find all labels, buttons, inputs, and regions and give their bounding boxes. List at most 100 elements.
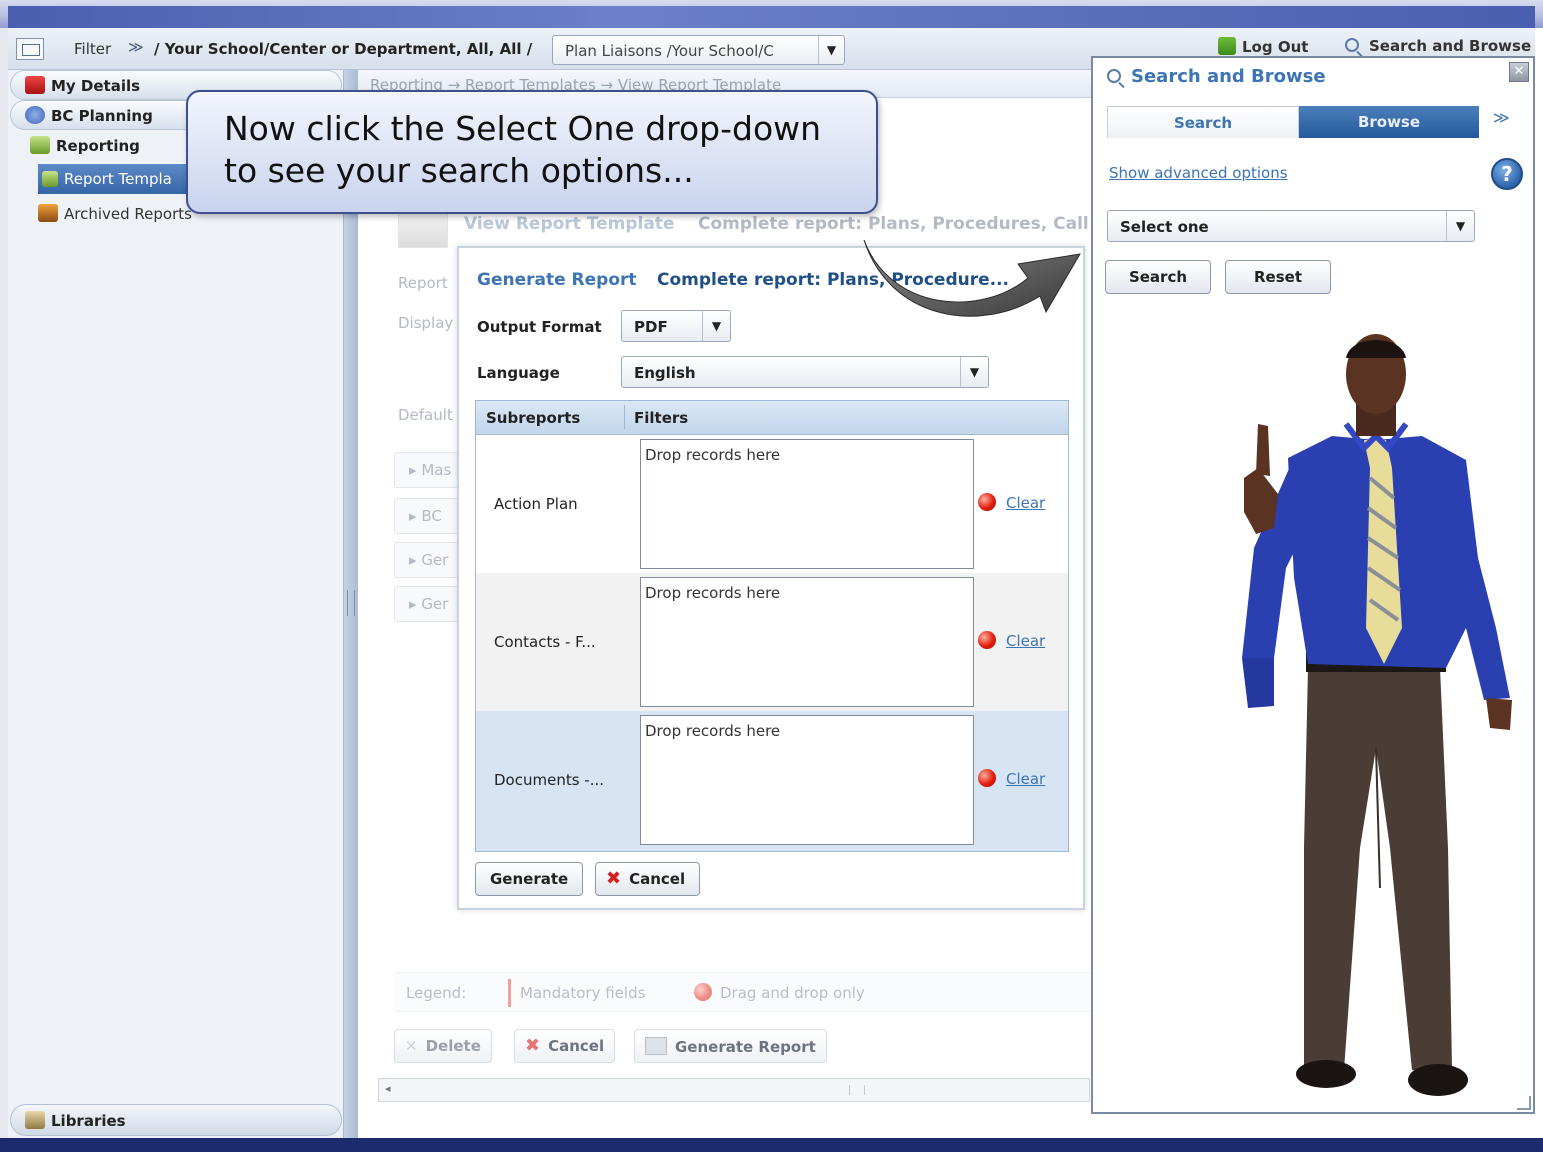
delete-label: Delete	[425, 1037, 481, 1055]
output-format-select[interactable]: PDF ▼	[621, 310, 731, 342]
callout-line-2: to see your search options...	[224, 151, 694, 190]
cancel-button[interactable]: ✖ Cancel	[595, 862, 701, 896]
generate-report-button-faded[interactable]: Generate Report	[634, 1029, 827, 1063]
cancel-icon: ✖	[606, 868, 622, 889]
generate-button[interactable]: Generate	[475, 862, 584, 896]
presenter-figure-icon	[1242, 334, 1512, 1096]
clear-action[interactable]: Clear	[978, 493, 1045, 512]
generate-report-label: Generate Report	[675, 1038, 816, 1056]
scroll-left-icon[interactable]: ◂	[385, 1082, 391, 1095]
callout-line-1: Now click the Select One drop-down	[224, 109, 822, 148]
pointer-arrow-icon	[863, 239, 1081, 317]
clear-icon[interactable]	[978, 493, 996, 511]
cancel-button-faded[interactable]: ✖ Cancel	[514, 1029, 616, 1063]
help-icon[interactable]: ?	[1491, 158, 1523, 190]
output-format-value: PDF	[634, 318, 668, 336]
drop-zone[interactable]: Drop records here	[640, 715, 974, 845]
sidebar-item-bc-planning-content: BC Planning	[25, 106, 153, 136]
chevron-down-icon[interactable]: ▼	[1446, 211, 1474, 241]
tab-browse[interactable]: Browse	[1299, 106, 1479, 138]
sidebar-item-label: BC Planning	[51, 107, 153, 125]
language-value: English	[634, 364, 696, 382]
clear-action[interactable]: Clear	[978, 631, 1045, 650]
sidebar-item-report-templates[interactable]: Report Templa	[42, 170, 172, 200]
search-browse-link[interactable]: Search and Browse	[1345, 37, 1531, 55]
delete-button[interactable]: ✕ Delete	[394, 1029, 492, 1063]
navigator-toggle-icon[interactable]	[16, 38, 44, 60]
row-label: Action Plan	[494, 495, 578, 513]
faded-page-title: View Report Template	[464, 214, 675, 234]
search-type-select[interactable]: Select one ▼	[1107, 210, 1475, 242]
col-filters: Filters	[634, 409, 689, 427]
callout-text: Now click the Select One drop-down to se…	[224, 108, 821, 192]
plan-select[interactable]: Plan Liaisons /Your School/C ▼	[552, 35, 845, 65]
scroll-grip-icon[interactable]	[849, 1085, 865, 1095]
frame-left	[0, 28, 8, 1138]
filter-chevron-icon[interactable]: ≫	[128, 38, 144, 56]
faded-label-display: Display	[398, 314, 454, 332]
faded-label-default: Default	[398, 406, 453, 424]
panel-title: Search and Browse	[1107, 66, 1326, 87]
mandatory-marker	[508, 979, 511, 1007]
window-frame-bottom	[0, 1138, 1543, 1152]
sidebar-item-archived-reports[interactable]: Archived Reports	[38, 204, 192, 234]
clear-icon[interactable]	[978, 769, 996, 787]
logout-link[interactable]: Log Out	[1218, 37, 1308, 56]
drop-zone-text: Drop records here	[645, 446, 781, 464]
section-label: Ger	[421, 551, 449, 569]
col-subreports: Subreports	[486, 409, 581, 427]
dialog-title: Generate Report	[477, 270, 637, 290]
legend-mandatory: Mandatory fields	[520, 984, 646, 1002]
drag-drop-icon	[694, 983, 712, 1001]
search-button[interactable]: Search	[1105, 260, 1211, 294]
show-advanced-options-link[interactable]: Show advanced options	[1109, 164, 1288, 182]
plan-select-value: Plan Liaisons /Your School/C	[565, 42, 774, 60]
output-format-label: Output Format	[477, 318, 602, 336]
sidebar-item-reporting[interactable]: Reporting	[30, 136, 140, 166]
logout-label: Log Out	[1242, 38, 1309, 56]
cancel-label: Cancel	[548, 1037, 605, 1055]
libraries-content: Libraries	[25, 1111, 126, 1141]
clear-action[interactable]: Clear	[978, 769, 1045, 788]
legend-label: Legend:	[406, 984, 467, 1002]
search-browse-label: Search and Browse	[1369, 37, 1532, 55]
drop-zone[interactable]: Drop records here	[640, 577, 974, 707]
page-title-icon	[398, 210, 448, 248]
section-label: Ger	[421, 595, 449, 613]
splitter-grip-icon[interactable]	[347, 590, 355, 616]
clear-link[interactable]: Clear	[1006, 770, 1045, 788]
horizontal-scrollbar[interactable]: ◂	[378, 1078, 1090, 1102]
drop-zone[interactable]: Drop records here	[640, 439, 974, 569]
chevron-down-icon[interactable]: ▼	[702, 311, 730, 341]
reset-button[interactable]: Reset	[1225, 260, 1331, 294]
tab-search[interactable]: Search	[1107, 106, 1299, 138]
report-template-icon	[42, 171, 58, 187]
chevron-double-down-icon[interactable]: ≫	[1493, 108, 1510, 127]
tutorial-callout: Now click the Select One drop-down to se…	[186, 90, 878, 214]
printer-icon	[645, 1037, 667, 1055]
chevron-down-icon[interactable]: ▼	[818, 36, 844, 64]
section-label: BC	[421, 507, 442, 525]
sidebar: My Details BC Planning Reporting Report …	[8, 70, 344, 1138]
my-details-icon	[25, 76, 45, 94]
close-icon[interactable]: ✕	[1509, 62, 1529, 82]
legend-bar: Legend: Mandatory fields Drag and drop o…	[394, 972, 1090, 1012]
reporting-icon	[30, 136, 50, 154]
clear-link[interactable]: Clear	[1006, 494, 1045, 512]
row-label: Contacts - F...	[494, 633, 596, 651]
sidebar-libraries[interactable]: Libraries	[10, 1104, 342, 1136]
chevron-down-icon[interactable]: ▼	[960, 357, 988, 387]
sidebar-item-label: Reporting	[56, 137, 140, 155]
filter-label[interactable]: Filter	[74, 40, 111, 58]
libraries-label: Libraries	[51, 1112, 126, 1130]
clear-icon[interactable]	[978, 631, 996, 649]
table-row: Contacts - F... Drop records here Clear	[476, 573, 1068, 711]
drop-zone-text: Drop records here	[645, 722, 781, 740]
legend-dragdrop: Drag and drop only	[720, 984, 865, 1002]
search-icon	[1107, 69, 1121, 83]
language-select[interactable]: English ▼	[621, 356, 989, 388]
grid-header: Subreports Filters	[476, 401, 1068, 435]
clear-link[interactable]: Clear	[1006, 632, 1045, 650]
sidebar-item-label: My Details	[51, 77, 141, 95]
sidebar-splitter[interactable]	[344, 70, 358, 1138]
